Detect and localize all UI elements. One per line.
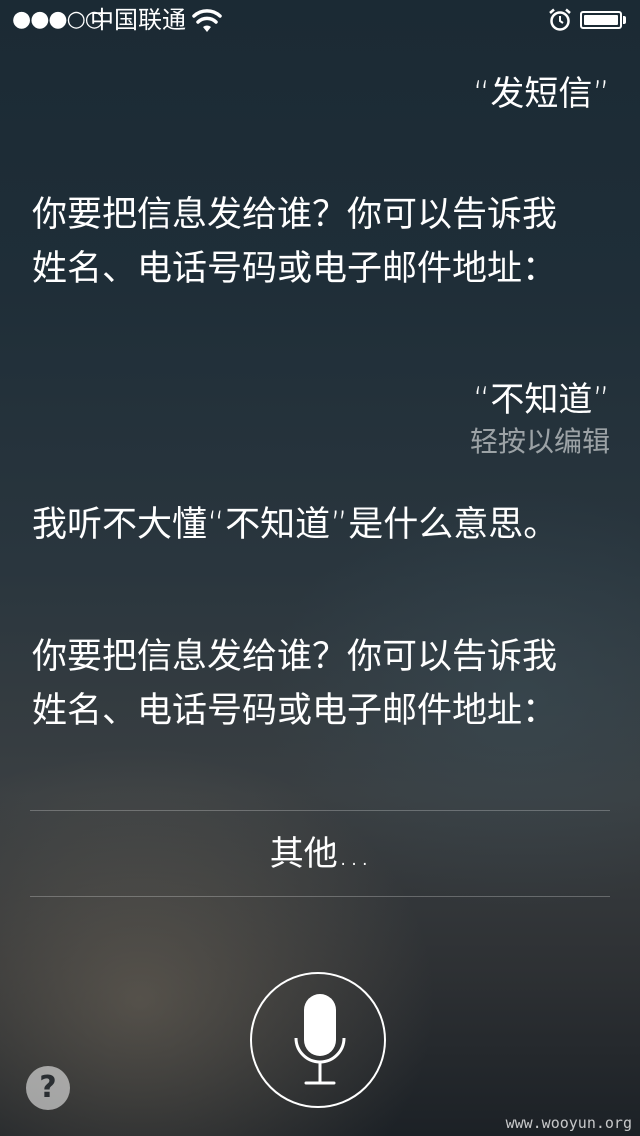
carrier-name: 中国联通 — [90, 6, 186, 34]
help-button[interactable]: ? — [26, 1066, 70, 1110]
option-divider-bottom — [30, 896, 610, 897]
tap-to-edit-hint[interactable]: 轻按以编辑 — [470, 420, 610, 460]
siri-response-ask-recipient-repeat: 你要把信息发给谁？你可以告诉我姓名、电话号码或电子邮件地址： — [32, 637, 558, 731]
alarm-clock-icon — [549, 8, 571, 31]
microphone-icon[interactable] — [292, 994, 348, 1086]
wifi-icon — [192, 9, 222, 32]
battery-level — [584, 15, 618, 25]
battery-icon — [580, 11, 622, 29]
user-utterance-send-message[interactable]: “发短信” — [473, 66, 610, 115]
user-utterance-dont-know[interactable]: “不知道” — [473, 372, 610, 421]
option-divider-top — [30, 810, 610, 811]
siri-response-not-understood: 我听不大懂“不知道”是什么意思。 — [32, 505, 559, 545]
watermark: www.wooyun.org — [505, 1114, 632, 1132]
other-option-button[interactable]: 其他... — [30, 812, 610, 896]
battery-tip — [623, 16, 626, 24]
status-bar: ●●●○○ 中国联通 — [0, 0, 640, 40]
siri-response-ask-recipient: 你要把信息发给谁？你可以告诉我姓名、电话号码或电子邮件地址： — [32, 195, 558, 289]
